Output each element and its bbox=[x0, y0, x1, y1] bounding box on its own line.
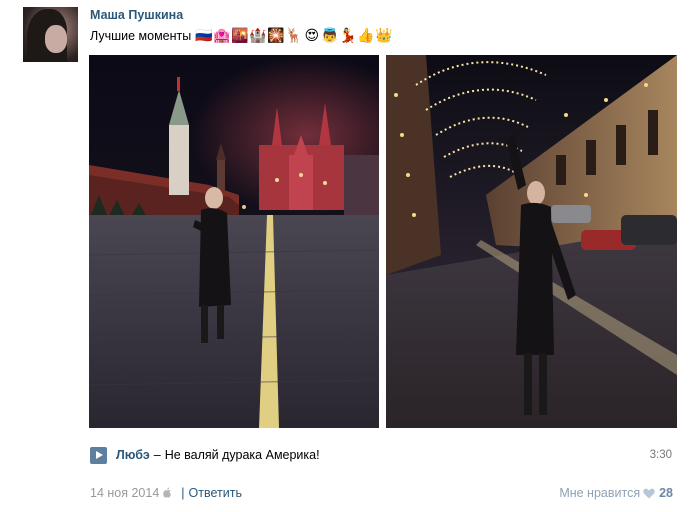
love-hotel-icon: 🏩 bbox=[213, 27, 231, 43]
reindeer-icon: 🦌 bbox=[285, 27, 303, 43]
russia-flag-icon: 🇷🇺 bbox=[195, 27, 213, 43]
post-text: Лучшие моменты 🇷🇺 🏩 🌇 🏰 🎇 🦌 😍 👼 💃 👍 👑 bbox=[90, 27, 393, 44]
audio-track: Любэ – Не валяй дурака Америка! 3:30 bbox=[90, 446, 675, 464]
like-count: 28 bbox=[659, 486, 673, 500]
thumbs-up-icon: 👍 bbox=[357, 27, 375, 43]
post-emojis: 🇷🇺 🏩 🌇 🏰 🎇 🦌 😍 👼 💃 👍 👑 bbox=[195, 27, 392, 44]
meta-separator: | bbox=[181, 486, 185, 500]
castle-icon: 🏰 bbox=[249, 27, 267, 43]
dancer-icon: 💃 bbox=[339, 27, 357, 43]
audio-separator: – bbox=[153, 448, 161, 462]
reply-link[interactable]: Ответить bbox=[189, 486, 242, 500]
author-avatar[interactable] bbox=[23, 7, 78, 62]
like-label: Мне нравится bbox=[559, 486, 641, 500]
post-meta: 14 ноя 2014 | Ответить bbox=[90, 486, 242, 500]
crown-icon: 👑 bbox=[375, 27, 393, 43]
audio-artist-link[interactable]: Любэ bbox=[116, 448, 150, 462]
audio-title: Не валяй дурака Америка! bbox=[164, 448, 320, 462]
fireworks-icon: 🎇 bbox=[267, 27, 285, 43]
photo-red-square[interactable] bbox=[89, 55, 379, 428]
post-text-label: Лучшие моменты bbox=[90, 28, 192, 43]
avatar-face bbox=[45, 25, 67, 53]
photo-red-square-image bbox=[89, 55, 379, 428]
audio-duration: 3:30 bbox=[649, 449, 672, 461]
like-button[interactable]: Мне нравится 28 bbox=[559, 486, 673, 500]
heart-eyes-icon: 😍 bbox=[304, 27, 320, 43]
angel-icon: 👼 bbox=[321, 27, 339, 43]
photo-gum-street-image bbox=[386, 55, 677, 428]
author-name-link[interactable]: Маша Пушкина bbox=[90, 8, 183, 22]
apple-icon bbox=[163, 487, 172, 498]
post-date-link[interactable]: 14 ноя 2014 bbox=[90, 486, 159, 500]
sunset-city-icon: 🌇 bbox=[231, 27, 249, 43]
play-button[interactable] bbox=[90, 446, 107, 464]
heart-icon bbox=[643, 488, 655, 498]
photo-gum-street[interactable] bbox=[386, 55, 677, 428]
